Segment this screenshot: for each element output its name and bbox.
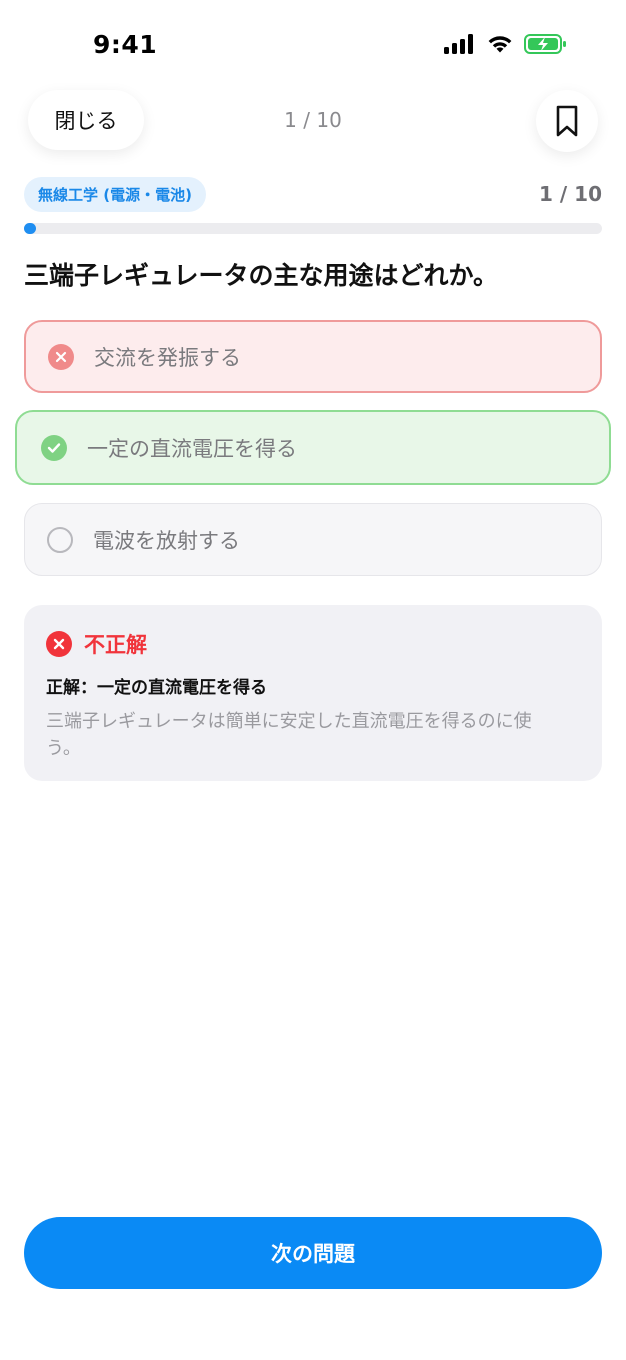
- answer-option-label: 電波を放射する: [93, 528, 240, 553]
- battery-charging-icon: [524, 34, 566, 54]
- explanation-text: 三端子レギュレータは簡単に安定した直流電圧を得るのに使う。: [46, 711, 532, 759]
- cellular-signal-icon: [444, 34, 473, 54]
- feedback-header: 不正解: [46, 629, 580, 659]
- answer-option-label: 交流を発振する: [94, 345, 241, 370]
- status-icons: [444, 34, 568, 54]
- progress-counter: 1 / 10: [539, 182, 602, 206]
- wrong-x-icon: [48, 343, 74, 370]
- feedback-title: 不正解: [84, 633, 147, 657]
- answer-option-1[interactable]: 交流を発振する: [24, 320, 602, 393]
- progress-fill: [24, 223, 36, 234]
- category-tag: 無線工学 (電源・電池): [24, 177, 206, 212]
- answer-option-3[interactable]: 電波を放射する: [24, 503, 602, 576]
- answer-option-label: 一定の直流電圧を得る: [87, 436, 297, 461]
- wifi-icon: [488, 36, 512, 53]
- feedback-card: 不正解 正解：一定の直流電圧を得る 三端子レギュレータは簡単に安定した直流電圧を…: [24, 605, 602, 781]
- status-time: 9:41: [93, 30, 158, 59]
- bookmark-icon: [556, 105, 578, 137]
- check-icon: [41, 434, 67, 461]
- quiz-screen: 9:41 閉じる 1 / 10 無線工学 (電源・電池) 1 / 10 三端子レ…: [0, 0, 626, 1360]
- question-counter: 1 / 10: [284, 108, 342, 132]
- correct-answer-text: 正解：一定の直流電圧を得る: [46, 678, 267, 698]
- progress-bar: [24, 223, 602, 234]
- answer-option-2[interactable]: 一定の直流電圧を得る: [15, 410, 611, 485]
- incorrect-icon: [46, 631, 72, 657]
- radio-circle-icon: [47, 526, 73, 553]
- bookmark-button[interactable]: [536, 90, 598, 152]
- next-question-button[interactable]: 次の問題: [24, 1217, 602, 1289]
- question-text: 三端子レギュレータの主な用途はどれか。: [24, 261, 499, 290]
